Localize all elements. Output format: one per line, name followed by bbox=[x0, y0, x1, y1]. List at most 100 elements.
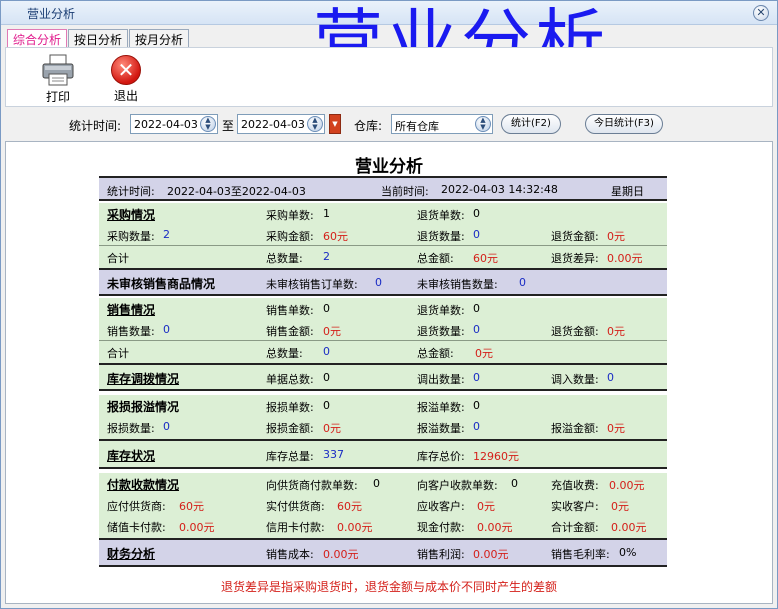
loss-amount-value: 0元 bbox=[323, 422, 341, 435]
card-pay-label: 储值卡付款: bbox=[107, 521, 166, 534]
payment-total-label: 合计金额: bbox=[551, 521, 599, 534]
received-label: 实收客户: bbox=[551, 500, 599, 513]
purchase-amount-value: 60元 bbox=[323, 230, 348, 243]
report-panel: 营业分析 统计时间: 2022-04-03至2022-04-03 当前时间: 2… bbox=[5, 141, 773, 604]
purchase-return-orders-label: 退货单数: bbox=[417, 209, 465, 222]
payable-value: 60元 bbox=[179, 500, 204, 513]
time-label: 统计时间: bbox=[69, 119, 122, 133]
report-header: 统计时间: 2022-04-03至2022-04-03 当前时间: 2022-0… bbox=[99, 176, 667, 201]
purchase-total-qty-value: 2 bbox=[323, 250, 330, 263]
margin-value: 0% bbox=[619, 546, 637, 559]
warehouse-select[interactable]: 所有仓库 ▲ ▼ bbox=[391, 114, 493, 134]
sales-return-qty-value: 0 bbox=[473, 323, 480, 336]
return-diff-label: 退货差异: bbox=[551, 252, 599, 265]
exit-label: 退出 bbox=[113, 89, 138, 103]
filter-bar: 统计时间: 2022-04-03 ▲ ▼ 至 2022-04-03 ▲ ▼ ▼ 仓库… bbox=[5, 109, 773, 139]
today-stat-button[interactable]: 今日统计(F3) bbox=[585, 114, 663, 134]
gain-orders-label: 报溢单数: bbox=[417, 401, 465, 414]
stock-total-value: 337 bbox=[323, 448, 344, 461]
warehouse-label: 仓库: bbox=[354, 119, 383, 133]
loss-qty-label: 报损数量: bbox=[107, 422, 155, 435]
gain-qty-value: 0 bbox=[473, 420, 480, 433]
purchase-amount-label: 采购金额: bbox=[266, 230, 314, 243]
loss-orders-label: 报损单数: bbox=[266, 401, 314, 414]
paid-value: 60元 bbox=[337, 500, 362, 513]
stat-time-label: 统计时间: bbox=[107, 185, 155, 198]
purchase-title: 采购情况 bbox=[107, 208, 156, 222]
cost-label: 销售成本: bbox=[266, 548, 314, 561]
purchase-return-qty-value: 0 bbox=[473, 228, 480, 241]
exit-icon: ✕ bbox=[111, 55, 141, 85]
sales-total-label: 合计 bbox=[107, 347, 129, 360]
recharge-value: 0.00元 bbox=[609, 479, 645, 492]
date-from-value: 2022-04-03 bbox=[134, 118, 198, 131]
credit-pay-value: 0.00元 bbox=[337, 521, 373, 534]
unaudited-section: 未审核销售商品情况 未审核销售订单数: 0 未审核销售数量: 0 bbox=[99, 270, 667, 296]
app-window: 营业分析 ✕ 综合分析 按日分析 按月分析 营业分析 打印 ✕ 退出 统计时间:… bbox=[0, 0, 778, 609]
transfer-in-value: 0 bbox=[607, 371, 614, 384]
date-from-input[interactable]: 2022-04-03 ▲ ▼ bbox=[130, 114, 218, 134]
window-title: 营业分析 bbox=[27, 7, 76, 21]
receivable-value: 0元 bbox=[477, 500, 495, 513]
tab-daily[interactable]: 按日分析 bbox=[68, 29, 129, 47]
close-button[interactable]: ✕ bbox=[753, 5, 769, 21]
purchase-orders-value: 1 bbox=[323, 207, 330, 220]
sales-return-qty-label: 退货数量: bbox=[417, 325, 465, 338]
tab-strip: 综合分析 按日分析 按月分析 bbox=[7, 29, 190, 47]
cash-pay-label: 现金付款: bbox=[417, 521, 465, 534]
sales-return-orders-value: 0 bbox=[473, 302, 480, 315]
unaudited-qty-label: 未审核销售数量: bbox=[417, 278, 498, 291]
transfer-out-value: 0 bbox=[473, 371, 480, 384]
payment-section: 付款收款情况 向供货商付款单数: 0 向客户收款单数: 0 充值收费: 0.00… bbox=[99, 473, 667, 540]
spin-icon[interactable]: ▲ ▼ bbox=[200, 116, 216, 132]
tab-monthly[interactable]: 按月分析 bbox=[129, 29, 190, 47]
purchase-qty-value: 2 bbox=[163, 228, 170, 241]
payable-label: 应付供货商: bbox=[107, 500, 166, 513]
spin-icon[interactable]: ▲ ▼ bbox=[475, 116, 491, 132]
received-value: 0元 bbox=[611, 500, 629, 513]
date-to-input[interactable]: 2022-04-03 ▲ ▼ bbox=[237, 114, 325, 134]
unaudited-orders-value: 0 bbox=[375, 276, 382, 289]
tab-overall[interactable]: 综合分析 bbox=[7, 29, 68, 47]
gain-amount-label: 报溢金额: bbox=[551, 422, 599, 435]
report-title: 营业分析 bbox=[355, 157, 423, 177]
exit-button[interactable]: ✕ 退出 bbox=[104, 54, 148, 104]
to-label: 至 bbox=[222, 119, 235, 133]
payment-total-value: 0.00元 bbox=[611, 521, 647, 534]
purchase-return-qty-label: 退货数量: bbox=[417, 230, 465, 243]
purchase-total-label: 合计 bbox=[107, 252, 129, 265]
customer-orders-value: 0 bbox=[511, 477, 518, 490]
stat-time-value: 2022-04-03至2022-04-03 bbox=[167, 185, 306, 198]
spin-icon[interactable]: ▲ ▼ bbox=[307, 116, 323, 132]
sales-return-orders-label: 退货单数: bbox=[417, 304, 465, 317]
sales-total-qty-value: 0 bbox=[323, 345, 330, 358]
sales-amount-value: 0元 bbox=[323, 325, 341, 338]
sales-qty-value: 0 bbox=[163, 323, 170, 336]
supplier-orders-value: 0 bbox=[373, 477, 380, 490]
footnote: 退货差异是指采购退货时，退货金额与成本价不同时产生的差额 bbox=[220, 580, 557, 594]
date-to-value: 2022-04-03 bbox=[241, 118, 305, 131]
sales-amount-label: 销售金额: bbox=[266, 325, 314, 338]
report-table: 统计时间: 2022-04-03至2022-04-03 当前时间: 2022-0… bbox=[99, 176, 667, 567]
finance-title: 财务分析 bbox=[107, 547, 156, 561]
cash-pay-value: 0.00元 bbox=[477, 521, 513, 534]
credit-pay-label: 信用卡付款: bbox=[266, 521, 325, 534]
gain-amount-value: 0元 bbox=[607, 422, 625, 435]
weekday: 星期日 bbox=[611, 185, 644, 198]
loss-amount-label: 报损金额: bbox=[266, 422, 314, 435]
stat-button[interactable]: 统计(F2) bbox=[501, 114, 561, 134]
loss-orders-value: 0 bbox=[323, 399, 330, 412]
supplier-orders-label: 向供货商付款单数: bbox=[266, 479, 358, 492]
stock-price-value: 12960元 bbox=[473, 450, 519, 463]
date-dropdown-button[interactable]: ▼ bbox=[329, 114, 341, 134]
purchase-return-amount-label: 退货金额: bbox=[551, 230, 599, 243]
profit-value: 0.00元 bbox=[473, 548, 509, 561]
receivable-label: 应收客户: bbox=[417, 500, 465, 513]
transfer-in-label: 调入数量: bbox=[551, 373, 599, 386]
payment-title: 付款收款情况 bbox=[107, 478, 180, 492]
purchase-total-qty-label: 总数量: bbox=[266, 252, 303, 265]
return-diff-value: 0.00元 bbox=[607, 252, 643, 265]
gain-qty-label: 报溢数量: bbox=[417, 422, 465, 435]
print-button[interactable]: 打印 bbox=[36, 54, 80, 105]
transfer-title: 库存调拨情况 bbox=[107, 372, 180, 386]
